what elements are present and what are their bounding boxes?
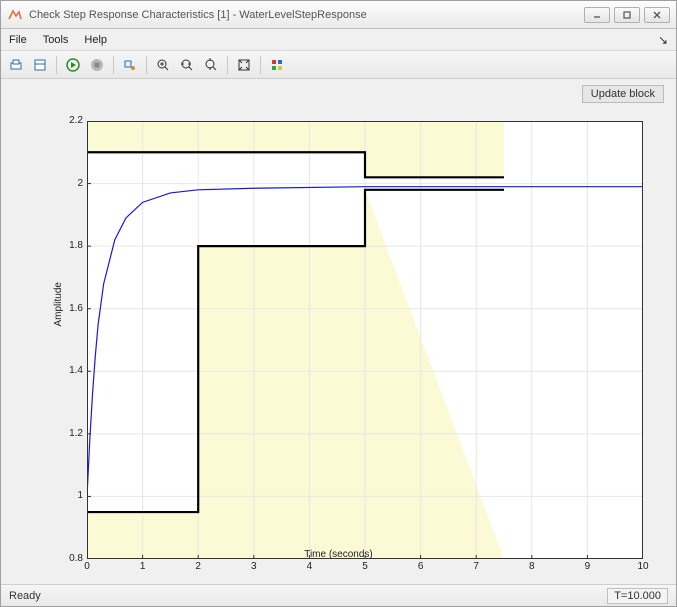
minimize-button[interactable] — [584, 7, 610, 23]
y-tick: 1.4 — [53, 365, 83, 376]
status-ready: Ready — [9, 590, 41, 602]
zoom-in-button[interactable] — [152, 54, 174, 76]
x-tick: 7 — [466, 561, 486, 572]
menu-help[interactable]: Help — [84, 34, 107, 46]
window-controls — [584, 7, 670, 23]
autoscale-button[interactable] — [233, 54, 255, 76]
axes[interactable] — [87, 121, 643, 559]
y-tick: 1 — [53, 490, 83, 501]
y-tick: 1.2 — [53, 428, 83, 439]
y-tick: 2 — [53, 178, 83, 189]
status-time: T=10.000 — [607, 588, 668, 604]
maximize-button[interactable] — [614, 7, 640, 23]
print-button[interactable] — [5, 54, 27, 76]
matlab-icon — [7, 7, 23, 23]
zoom-x-button[interactable] — [176, 54, 198, 76]
y-tick: 2.2 — [53, 115, 83, 126]
legend-button[interactable] — [266, 54, 288, 76]
x-tick: 5 — [355, 561, 375, 572]
y-tick: 1.6 — [53, 303, 83, 314]
x-tick: 10 — [633, 561, 653, 572]
highlight-button[interactable] — [119, 54, 141, 76]
x-tick: 8 — [522, 561, 542, 572]
menu-file[interactable]: File — [9, 34, 27, 46]
x-tick: 3 — [244, 561, 264, 572]
run-button[interactable] — [62, 54, 84, 76]
x-tick: 0 — [77, 561, 97, 572]
statusbar: Ready T=10.000 — [1, 584, 676, 606]
y-tick: 1.8 — [53, 240, 83, 251]
toolbar-separator — [260, 56, 261, 74]
update-block-button[interactable]: Update block — [582, 85, 664, 103]
x-tick: 1 — [133, 561, 153, 572]
menubar: File Tools Help ↘ — [1, 29, 676, 51]
x-tick: 2 — [188, 561, 208, 572]
toolbar-separator — [227, 56, 228, 74]
stop-button[interactable] — [86, 54, 108, 76]
window-title: Check Step Response Characteristics [1] … — [29, 9, 578, 21]
app-window: Check Step Response Characteristics [1] … — [0, 0, 677, 607]
chart-canvas — [87, 121, 643, 559]
zoom-y-button[interactable] — [200, 54, 222, 76]
settings-button[interactable] — [29, 54, 51, 76]
toolbar-separator — [56, 56, 57, 74]
toolbar — [1, 51, 676, 79]
figure-panel: Update block Amplitude 0.811.21.41.61.82… — [1, 79, 676, 584]
x-axis-label: Time (seconds) — [304, 549, 373, 560]
menu-tools[interactable]: Tools — [43, 34, 69, 46]
undock-icon[interactable]: ↘ — [658, 33, 668, 47]
toolbar-separator — [146, 56, 147, 74]
close-button[interactable] — [644, 7, 670, 23]
toolbar-separator — [113, 56, 114, 74]
x-tick: 9 — [577, 561, 597, 572]
x-tick: 6 — [411, 561, 431, 572]
x-tick: 4 — [299, 561, 319, 572]
titlebar: Check Step Response Characteristics [1] … — [1, 1, 676, 29]
